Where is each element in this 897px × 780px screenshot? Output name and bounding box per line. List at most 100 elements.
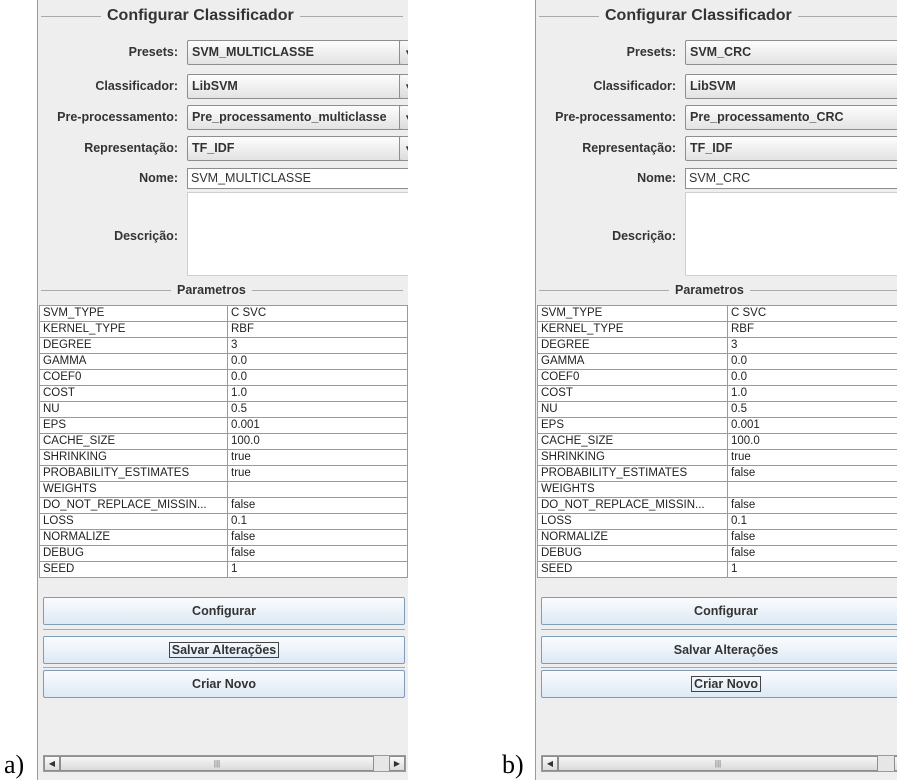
table-row[interactable]: EPS 0.001 (39, 417, 408, 434)
table-row[interactable]: NORMALIZE false (537, 529, 897, 546)
param-value[interactable]: 1.0 (227, 385, 408, 402)
horizontal-scrollbar[interactable]: ◀ ||| ▶ (43, 755, 406, 772)
scroll-thumb[interactable]: ||| (60, 756, 374, 771)
nome-input[interactable]: SVM_CRC (685, 168, 897, 189)
table-row[interactable]: CACHE_SIZE 100.0 (39, 433, 408, 450)
table-row[interactable]: WEIGHTS (39, 481, 408, 498)
representacao-select[interactable]: TF_IDF (685, 136, 897, 161)
param-value[interactable]: C SVC (227, 305, 408, 322)
table-row[interactable]: COST 1.0 (39, 385, 408, 402)
param-value[interactable]: false (727, 497, 897, 514)
param-value[interactable] (227, 481, 408, 498)
param-value[interactable]: false (727, 545, 897, 562)
param-value[interactable]: 1 (227, 561, 408, 578)
classificador-select[interactable]: LibSVM (685, 74, 897, 99)
param-value[interactable]: 1 (727, 561, 897, 578)
table-row[interactable]: KERNEL_TYPE RBF (39, 321, 408, 338)
param-value[interactable] (727, 481, 897, 498)
descricao-textarea[interactable] (685, 192, 897, 276)
param-value[interactable]: 0.5 (227, 401, 408, 418)
param-value[interactable]: 0.1 (727, 513, 897, 530)
table-row[interactable]: LOSS 0.1 (537, 513, 897, 530)
param-value[interactable]: true (227, 449, 408, 466)
preprocessamento-select[interactable]: Pre_processamento_multiclasse ▾ (187, 105, 408, 130)
param-value[interactable]: false (727, 529, 897, 546)
chevron-down-icon[interactable]: ▾ (399, 105, 408, 130)
param-value[interactable]: 3 (227, 337, 408, 354)
param-value[interactable]: false (227, 545, 408, 562)
param-name: SEED (537, 561, 728, 578)
param-value[interactable]: 3 (727, 337, 897, 354)
configurar-button[interactable]: Configurar (43, 597, 405, 625)
table-row[interactable]: DEBUG false (39, 545, 408, 562)
table-row[interactable]: NU 0.5 (537, 401, 897, 418)
presets-select[interactable]: SVM_MULTICLASSE ▾ (187, 40, 408, 65)
param-value[interactable]: 0.001 (227, 417, 408, 434)
salvar-alteracoes-button[interactable]: Salvar Alterações (43, 636, 405, 664)
param-value[interactable]: RBF (727, 321, 897, 338)
table-row[interactable]: WEIGHTS (537, 481, 897, 498)
table-row[interactable]: KERNEL_TYPE RBF (537, 321, 897, 338)
table-row[interactable]: COEF0 0.0 (39, 369, 408, 386)
param-value[interactable]: false (227, 497, 408, 514)
nome-input[interactable]: SVM_MULTICLASSE (187, 168, 408, 189)
param-value[interactable]: 0.1 (227, 513, 408, 530)
table-row[interactable]: EPS 0.001 (537, 417, 897, 434)
salvar-alteracoes-button[interactable]: Salvar Alterações (541, 636, 897, 664)
chevron-down-icon[interactable]: ▾ (399, 40, 408, 65)
scroll-thumb[interactable]: ||| (558, 756, 878, 771)
configurar-button[interactable]: Configurar (541, 597, 897, 625)
table-row[interactable]: GAMMA 0.0 (39, 353, 408, 370)
param-value[interactable]: 100.0 (727, 433, 897, 450)
presets-select[interactable]: SVM_CRC (685, 40, 897, 65)
criar-novo-button[interactable]: Criar Novo (43, 670, 405, 698)
table-row[interactable]: DO_NOT_REPLACE_MISSIN... false (39, 497, 408, 514)
table-row[interactable]: DO_NOT_REPLACE_MISSIN... false (537, 497, 897, 514)
table-row[interactable]: COST 1.0 (537, 385, 897, 402)
configure-classifier-title: Configurar Classificador (107, 7, 294, 24)
table-row[interactable]: PROBABILITY_ESTIMATES false (537, 465, 897, 482)
table-row[interactable]: SHRINKING true (537, 449, 897, 466)
table-row[interactable]: DEGREE 3 (39, 337, 408, 354)
param-value[interactable]: 0.5 (727, 401, 897, 418)
table-row[interactable]: GAMMA 0.0 (537, 353, 897, 370)
table-row[interactable]: DEGREE 3 (537, 337, 897, 354)
param-name: COST (537, 385, 728, 402)
table-row[interactable]: NU 0.5 (39, 401, 408, 418)
preprocessamento-select[interactable]: Pre_processamento_CRC (685, 105, 897, 130)
scroll-left-icon[interactable]: ◀ (542, 756, 558, 771)
representacao-select[interactable]: TF_IDF ▾ (187, 136, 408, 161)
table-row[interactable]: CACHE_SIZE 100.0 (537, 433, 897, 450)
param-value[interactable]: RBF (227, 321, 408, 338)
param-value[interactable]: 0.0 (727, 353, 897, 370)
scroll-left-icon[interactable]: ◀ (44, 756, 60, 771)
table-row[interactable]: LOSS 0.1 (39, 513, 408, 530)
classificador-select[interactable]: LibSVM ▾ (187, 74, 408, 99)
table-row[interactable]: SEED 1 (537, 561, 897, 578)
param-value[interactable]: true (727, 449, 897, 466)
chevron-down-icon[interactable]: ▾ (399, 74, 408, 99)
param-value[interactable]: false (727, 465, 897, 482)
table-row[interactable]: SVM_TYPE C SVC (39, 305, 408, 322)
table-row[interactable]: NORMALIZE false (39, 529, 408, 546)
table-row[interactable]: SEED 1 (39, 561, 408, 578)
criar-novo-button[interactable]: Criar Novo (541, 670, 897, 698)
table-row[interactable]: DEBUG false (537, 545, 897, 562)
param-value[interactable]: 0.0 (227, 353, 408, 370)
param-value[interactable]: false (227, 529, 408, 546)
scroll-right-icon[interactable]: ▶ (389, 756, 405, 771)
param-value[interactable]: 0.001 (727, 417, 897, 434)
horizontal-scrollbar[interactable]: ◀ ||| ▶ (541, 755, 897, 772)
param-value[interactable]: C SVC (727, 305, 897, 322)
param-value[interactable]: true (227, 465, 408, 482)
param-value[interactable]: 1.0 (727, 385, 897, 402)
chevron-down-icon[interactable]: ▾ (399, 136, 408, 161)
table-row[interactable]: PROBABILITY_ESTIMATES true (39, 465, 408, 482)
table-row[interactable]: SVM_TYPE C SVC (537, 305, 897, 322)
param-value[interactable]: 0.0 (227, 369, 408, 386)
descricao-textarea[interactable] (187, 192, 408, 276)
param-value[interactable]: 100.0 (227, 433, 408, 450)
table-row[interactable]: COEF0 0.0 (537, 369, 897, 386)
table-row[interactable]: SHRINKING true (39, 449, 408, 466)
param-value[interactable]: 0.0 (727, 369, 897, 386)
